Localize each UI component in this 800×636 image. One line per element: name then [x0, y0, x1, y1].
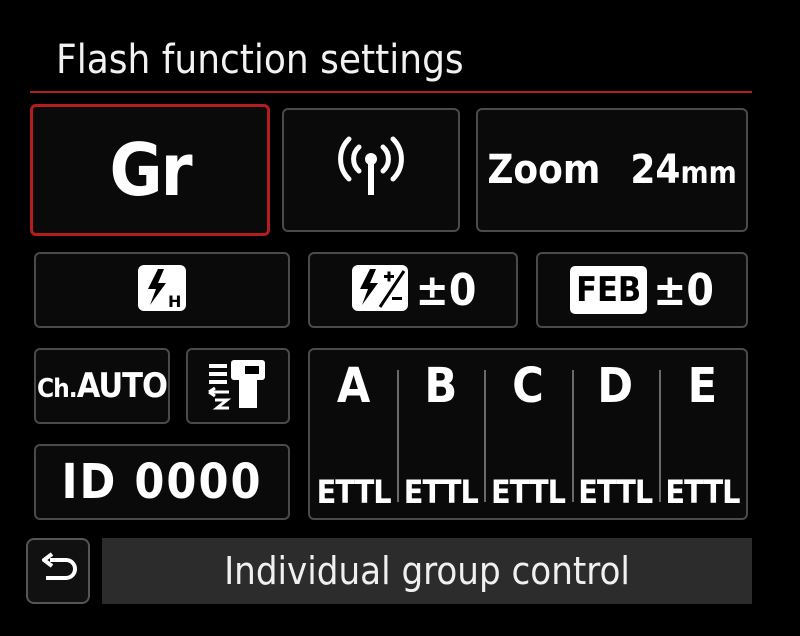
- channel-value: AUTO: [76, 366, 168, 406]
- group-mode: ETTL: [490, 473, 566, 511]
- sync-mode-tile[interactable]: H: [34, 252, 290, 328]
- return-arrow-icon: [38, 552, 78, 590]
- zoom-unit: mm: [680, 156, 737, 191]
- group-letter: C: [512, 358, 544, 414]
- group-e[interactable]: E ETTL: [658, 350, 746, 518]
- group-mode: ETTL: [578, 473, 653, 511]
- modeling-flash-tile[interactable]: [186, 348, 290, 424]
- group-mode-label: Gr: [109, 128, 192, 212]
- status-bar: Individual group control: [102, 538, 752, 604]
- wireless-id: ID 0000: [61, 454, 263, 510]
- zoom-tile[interactable]: Zoom 24mm: [476, 108, 748, 232]
- modeling-flash-icon: [205, 358, 271, 414]
- zoom-value: 24: [630, 147, 681, 193]
- group-letter: D: [597, 358, 634, 414]
- high-speed-sync-icon: H: [136, 263, 188, 317]
- svg-text:H: H: [168, 292, 181, 311]
- group-mode-tile[interactable]: Gr: [30, 104, 270, 236]
- back-button[interactable]: [26, 538, 90, 604]
- group-d[interactable]: D ETTL: [571, 350, 659, 518]
- feb-value: ±0: [653, 264, 714, 316]
- channel-tile[interactable]: Ch.AUTO: [34, 348, 170, 424]
- zoom-label: Zoom: [487, 147, 601, 193]
- wireless-function-tile[interactable]: [282, 108, 460, 232]
- group-mode: ETTL: [316, 473, 392, 511]
- title-divider: [30, 91, 752, 93]
- feb-tile[interactable]: FEB ±0: [536, 252, 748, 328]
- group-mode: ETTL: [403, 473, 479, 511]
- group-a[interactable]: A ETTL: [310, 350, 397, 518]
- flash-exposure-compensation-icon: [350, 263, 410, 317]
- group-c[interactable]: C ETTL: [484, 350, 571, 518]
- group-letter: B: [424, 358, 458, 414]
- channel-prefix: Ch.: [36, 374, 78, 404]
- flash-compensation-tile[interactable]: ±0: [308, 252, 518, 328]
- channel-readout: Ch.AUTO: [36, 366, 168, 406]
- flash-compensation-value: ±0: [415, 264, 477, 316]
- group-ratio-tile[interactable]: A ETTL B ETTL C ETTL D ETTL E ETTL: [308, 348, 748, 520]
- wireless-radio-icon: [331, 133, 411, 207]
- zoom-readout: Zoom 24mm: [487, 147, 736, 193]
- page-title: Flash function settings: [56, 37, 464, 83]
- group-mode: ETTL: [665, 473, 740, 511]
- group-b[interactable]: B ETTL: [397, 350, 484, 518]
- group-letter: A: [336, 358, 371, 414]
- wireless-id-tile[interactable]: ID 0000: [34, 444, 290, 520]
- group-letter: E: [687, 358, 718, 414]
- feb-badge: FEB: [570, 266, 648, 314]
